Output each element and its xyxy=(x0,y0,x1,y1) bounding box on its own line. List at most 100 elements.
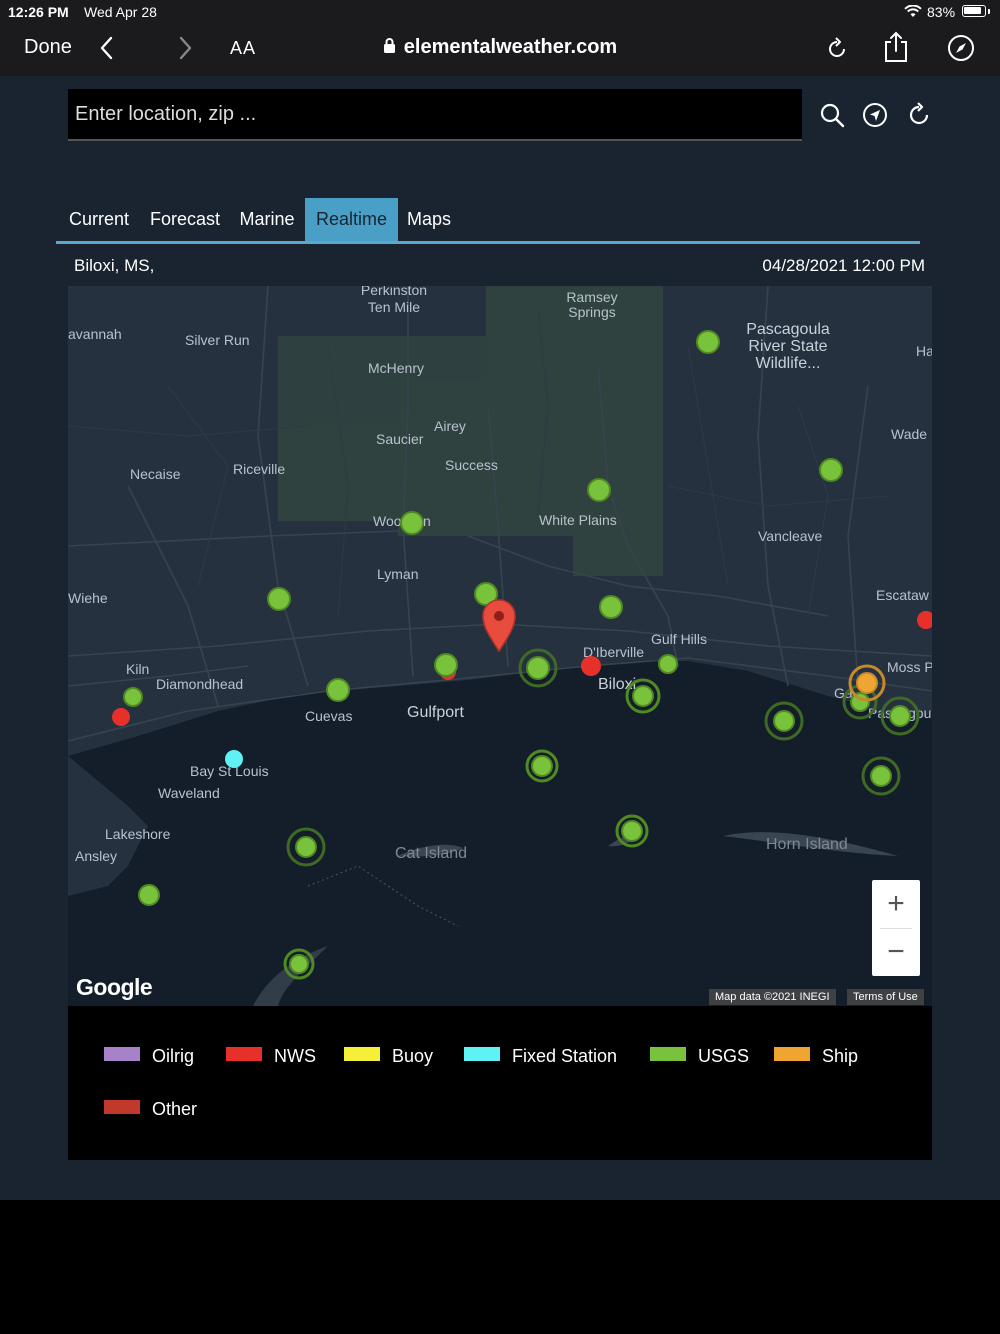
fixed-station-marker xyxy=(225,750,243,768)
usgs-station-marker xyxy=(889,705,911,727)
usgs-station-marker xyxy=(326,678,350,702)
nws-station-marker xyxy=(581,656,601,676)
address-bar[interactable]: elementalweather.com xyxy=(0,36,1000,59)
url-text: elementalweather.com xyxy=(403,36,618,58)
map-canvas: Perkinston Ten Mile Ramsey Springs Pasca… xyxy=(68,286,932,1006)
place-label: Lakeshore xyxy=(105,826,171,842)
page-bottom-area xyxy=(0,1200,1000,1334)
place-label: Ha xyxy=(916,343,932,359)
legend-swatch xyxy=(650,1047,686,1061)
tab-marine[interactable]: Marine xyxy=(234,198,300,241)
usgs-station-marker xyxy=(587,478,611,502)
legend-label: NWS xyxy=(274,1046,316,1066)
place-label: Wade xyxy=(891,426,927,442)
usgs-station-marker xyxy=(621,820,643,842)
legend-label: Fixed Station xyxy=(512,1046,618,1066)
usgs-station-marker xyxy=(434,653,458,677)
legend-label: Buoy xyxy=(392,1046,434,1066)
usgs-station-marker xyxy=(773,710,795,732)
google-logo: Google xyxy=(76,974,153,1000)
legend-swatch xyxy=(226,1047,262,1061)
tab-maps[interactable]: Maps xyxy=(402,198,456,241)
battery-icon xyxy=(962,5,986,17)
status-bar: 12:26 PM Wed Apr 28 83% xyxy=(0,0,1000,24)
usgs-station-marker xyxy=(267,587,291,611)
status-date: Wed Apr 28 xyxy=(84,4,157,20)
place-label: Necaise xyxy=(130,466,181,482)
legend-label: Other xyxy=(152,1099,198,1119)
station-legend: Oilrig NWS Buoy Fixed Station USGS Ship … xyxy=(68,1006,932,1160)
usgs-station-marker xyxy=(870,765,892,787)
place-label: Waveland xyxy=(158,785,220,801)
battery-nub xyxy=(988,9,990,14)
place-label: Moss P xyxy=(887,659,932,675)
nws-station-marker xyxy=(112,708,130,726)
usgs-station-marker xyxy=(123,687,143,707)
place-label: White Plains xyxy=(539,512,617,528)
place-label: Lyman xyxy=(377,566,419,582)
share-icon[interactable] xyxy=(882,30,910,64)
locate-icon[interactable] xyxy=(862,102,888,128)
place-label: n xyxy=(423,513,431,529)
location-search-input[interactable] xyxy=(68,89,802,139)
usgs-station-marker xyxy=(696,330,720,354)
legend-swatch xyxy=(774,1047,810,1061)
place-label: River State xyxy=(748,338,827,355)
tab-forecast[interactable]: Forecast xyxy=(146,198,224,241)
place-label: Silver Run xyxy=(185,332,250,348)
legend-label: Ship xyxy=(822,1046,859,1066)
place-label: Ramsey xyxy=(566,289,617,305)
place-label: Wiehe xyxy=(68,590,108,606)
place-label: Gulfport xyxy=(407,704,464,721)
legend-swatch xyxy=(104,1100,140,1114)
legend-swatch xyxy=(464,1047,500,1061)
place-label: Ten Mile xyxy=(368,299,420,315)
reload-icon[interactable] xyxy=(824,36,850,62)
search-icon[interactable] xyxy=(819,102,845,128)
place-label: Cuevas xyxy=(305,708,352,724)
refresh-icon[interactable] xyxy=(906,102,932,128)
legend-label: Oilrig xyxy=(152,1046,195,1066)
place-label: Horn Island xyxy=(766,836,848,853)
zoom-control: + − xyxy=(872,880,920,976)
usgs-station-marker xyxy=(819,458,843,482)
legend-swatch xyxy=(344,1047,380,1061)
realtime-map[interactable]: Perkinston Ten Mile Ramsey Springs Pasca… xyxy=(68,286,932,1006)
usgs-station-marker xyxy=(400,511,424,535)
place-label: avannah xyxy=(68,326,122,342)
place-label: Gulf Hills xyxy=(651,631,707,647)
lock-icon xyxy=(383,38,395,53)
location-name: Biloxi, MS, xyxy=(74,256,155,275)
wifi-icon xyxy=(904,5,922,17)
zoom-out-button[interactable]: − xyxy=(872,928,920,976)
place-label: McHenry xyxy=(368,360,424,376)
search-box xyxy=(68,89,802,141)
legend-label: USGS xyxy=(698,1046,750,1066)
tab-current[interactable]: Current xyxy=(64,198,134,241)
usgs-station-marker xyxy=(289,954,309,974)
map-data-attribution[interactable]: Map data ©2021 INEGI xyxy=(709,989,836,1005)
compass-icon[interactable] xyxy=(946,33,976,63)
place-label: Success xyxy=(445,457,498,473)
place-label: Diamondhead xyxy=(156,676,243,692)
place-label: Airey xyxy=(434,418,466,434)
place-label: Cat Island xyxy=(395,845,467,862)
place-label: Riceville xyxy=(233,461,285,477)
place-label: Springs xyxy=(568,304,615,320)
zoom-in-button[interactable]: + xyxy=(872,880,920,928)
place-label: Saucier xyxy=(376,431,424,447)
observation-datetime: 04/28/2021 12:00 PM xyxy=(762,256,925,275)
usgs-station-marker xyxy=(658,654,678,674)
usgs-station-marker xyxy=(599,595,623,619)
browser-toolbar: Done AA elementalweather.com xyxy=(0,24,1000,76)
place-label: Kiln xyxy=(126,661,149,677)
place-label: Ansley xyxy=(75,848,117,864)
legend-swatch xyxy=(104,1047,140,1061)
usgs-station-marker xyxy=(632,685,654,707)
web-page: Current Forecast Marine Realtime Maps Bi… xyxy=(0,76,1000,1200)
tab-bar: Current Forecast Marine Realtime Maps xyxy=(56,198,920,244)
usgs-station-marker xyxy=(138,884,160,906)
terms-of-use-link[interactable]: Terms of Use xyxy=(847,989,924,1005)
tab-realtime[interactable]: Realtime xyxy=(305,198,398,241)
place-label: Escataw xyxy=(876,587,930,603)
